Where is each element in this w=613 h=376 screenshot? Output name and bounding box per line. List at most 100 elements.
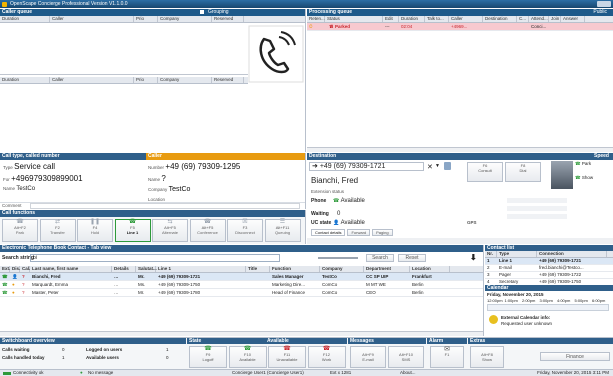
col-name[interactable]: Last name, first name	[30, 266, 112, 272]
col-caller[interactable]: Caller	[50, 16, 134, 22]
destination-field-3[interactable]	[507, 214, 567, 219]
col-caller[interactable]: Caller	[449, 16, 483, 22]
destination-tab-2[interactable]: Paging	[372, 229, 393, 236]
reset-button[interactable]: Reset	[398, 254, 426, 262]
speed-park[interactable]: ☎ Park	[575, 161, 613, 175]
consult-button[interactable]: F6 Consult	[467, 162, 503, 182]
dial-button[interactable]: F8 Dial	[505, 162, 541, 182]
call-fn-alternate-button[interactable]: ⇆ Alt+F5 Alternate	[152, 219, 188, 242]
col-company[interactable]: Company	[158, 16, 212, 22]
contact-list-row[interactable]: 3 Pager +49 (69) 79309-1722	[485, 272, 613, 279]
phonebook-row[interactable]: ☎ ●? Master, Peter … Mr. +49 (69) 79309-1780 H…	[0, 289, 483, 297]
col-c[interactable]: C...	[517, 16, 529, 22]
col-reserved[interactable]: Reserved	[212, 16, 244, 22]
calendar-grid[interactable]	[487, 304, 609, 311]
col-company-2[interactable]: Company	[158, 77, 212, 83]
col-reten[interactable]: Reten...	[307, 16, 325, 22]
destination-field-1[interactable]	[507, 198, 567, 203]
extras-label: Show	[481, 357, 492, 362]
phonebook-icon[interactable]	[444, 162, 451, 170]
message-sms-button[interactable]: Alt+F10 SMS	[388, 346, 424, 368]
row-status: Parked	[335, 24, 351, 29]
row-details-icon[interactable]: …	[112, 289, 136, 296]
row-edit: ---	[385, 24, 390, 29]
state-available-button[interactable]: ☎ F10 Available	[228, 346, 267, 368]
caller-queue-list-2[interactable]	[0, 84, 248, 151]
row-details-icon[interactable]: …	[112, 281, 136, 288]
number-row: Number +49 (69) 79309-1295	[148, 162, 240, 171]
col-salutation[interactable]: Salutat...	[136, 266, 157, 272]
call-fn-conference-button[interactable]: ☎ Alt+F5 Conference	[189, 219, 226, 242]
processing-queue-row[interactable]: ⏱ ☎Parked --- 02:04 +4969... Conci...	[307, 23, 613, 31]
col-join[interactable]: Join	[549, 16, 561, 22]
col-type[interactable]: Type	[497, 251, 537, 257]
col-answer[interactable]: Answer	[561, 16, 585, 22]
col-caller-2[interactable]: Caller	[50, 77, 134, 83]
col-duration[interactable]: Duration	[0, 16, 50, 22]
state-logoff-button[interactable]: ☎ F9 Logoff	[189, 346, 227, 368]
clear-icon[interactable]: ✕	[427, 163, 433, 171]
message-buttons: Alt+F9 E-mail Alt+F10 SMS	[350, 346, 426, 368]
download-icon[interactable]: ⬇	[470, 253, 477, 262]
search-input[interactable]: bi	[30, 254, 280, 262]
destination-number-field[interactable]: ➜ +49 (69) 79309-1721	[309, 162, 424, 171]
col-cal[interactable]: Cal.	[20, 266, 30, 272]
col-title[interactable]: Title	[246, 266, 270, 272]
row-details-icon[interactable]: …	[112, 273, 136, 280]
col-reserved-2[interactable]: Reserved	[212, 77, 244, 83]
destination-title: Destination	[309, 153, 337, 159]
processing-scrollbar[interactable]	[307, 147, 613, 152]
col-ext[interactable]: Ext.	[0, 266, 10, 272]
finance-button[interactable]: Finance	[540, 352, 610, 361]
call-fn-disconnect-button[interactable]: ☒ F3 Disconnect	[227, 219, 263, 242]
col-duration-2[interactable]: Duration	[0, 77, 50, 83]
col-attend[interactable]: Attend...	[529, 16, 549, 22]
call-fn-park-button[interactable]: ☎ Alt+F2 Park	[2, 219, 38, 242]
window-controls[interactable]	[597, 1, 611, 7]
col-prio[interactable]: Prio	[134, 16, 158, 22]
destination-tab-1[interactable]: Forward	[347, 229, 371, 236]
call-fn-queuing-button[interactable]: ☰ Alt+F11 Queuing	[264, 219, 301, 242]
col-talk[interactable]: Talk to...	[425, 16, 449, 22]
destination-field-2[interactable]	[507, 206, 567, 211]
grouping-checkbox[interactable]	[200, 10, 204, 14]
col-dis[interactable]: Dis.	[10, 266, 20, 272]
col-department[interactable]: Department	[364, 266, 410, 272]
contact-list-row[interactable]: 1 Line 1 +49 (69) 79309-1721	[485, 258, 613, 265]
call-fn-hold-button[interactable]: ❚❚ F4 Hold	[77, 219, 113, 242]
col-location[interactable]: Location	[410, 266, 450, 272]
col-details[interactable]: Details	[112, 266, 136, 272]
contact-list-row[interactable]: 2 E-mail fred.bianchi@Testco...	[485, 265, 613, 272]
search-slider[interactable]	[318, 257, 358, 259]
row-name: Marquardt, Emma	[32, 282, 69, 287]
search-button[interactable]: Search	[366, 254, 394, 262]
col-connection[interactable]: Connection	[537, 251, 607, 257]
destination-tab-0[interactable]: Contact details	[311, 229, 346, 236]
col-nr[interactable]: Nr.	[485, 251, 497, 257]
col-company[interactable]: Company	[320, 266, 364, 272]
col-duration[interactable]: Duration	[399, 16, 425, 22]
caller-queue-list[interactable]	[0, 23, 248, 75]
extras-show-button[interactable]: Alt+F8 Show	[470, 346, 504, 368]
col-line1[interactable]: Line 1	[156, 266, 246, 272]
phonebook-scrollbar[interactable]	[0, 331, 483, 336]
state-unavailable-button[interactable]: ☎ F11 Unavailable	[268, 346, 306, 368]
col-destination[interactable]: Destination	[483, 16, 517, 22]
comment-input[interactable]	[30, 203, 300, 209]
col-prio-2[interactable]: Prio	[134, 77, 158, 83]
message-e-mail-button[interactable]: Alt+F9 E-mail	[350, 346, 386, 368]
speed-show[interactable]: ☎ Show	[575, 175, 613, 189]
col-edit[interactable]: Edit	[383, 16, 399, 22]
state-work-button[interactable]: ☎ F12 Work	[307, 346, 346, 368]
public-label[interactable]: Public	[593, 9, 607, 16]
about-link[interactable]: About...	[400, 370, 416, 376]
company-row: Company TestCo	[148, 186, 190, 193]
call-fn-line-1-button[interactable]: ☎ F5 Line 1	[114, 219, 151, 242]
alarm-button[interactable]: ✉ F1	[430, 346, 464, 368]
col-status[interactable]: Status	[325, 16, 383, 22]
col-function[interactable]: Function	[270, 266, 320, 272]
phonebook-row[interactable]: ☎ ●? Marquardt, Emma … Ms. +49 (69) 79309-175…	[0, 281, 483, 289]
dropdown-icon[interactable]: ▼	[435, 163, 440, 169]
call-fn-transfer-button[interactable]: ⇄ F2 Transfer	[39, 219, 76, 242]
phonebook-row[interactable]: ☎ 👤? Bianchi, Fred … Mr. +49 (69) 79309-1721 S…	[0, 273, 483, 281]
